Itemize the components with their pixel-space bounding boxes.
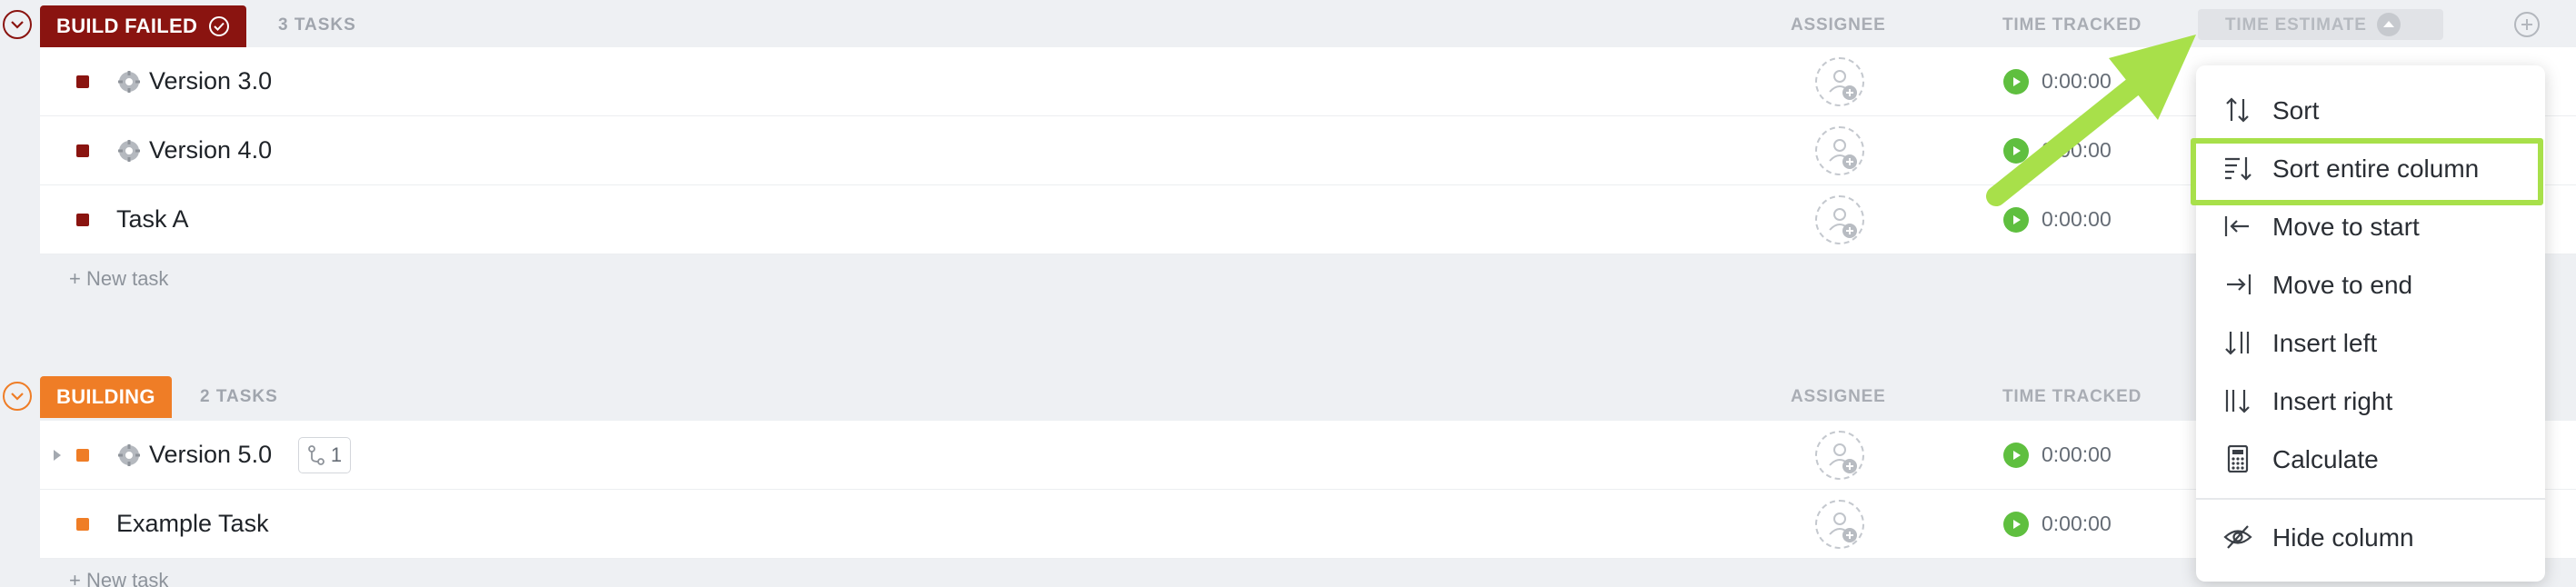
status-label: BUILDING bbox=[56, 385, 155, 408]
status-square bbox=[76, 449, 89, 462]
play-timer-button[interactable] bbox=[2003, 69, 2029, 95]
highlight-box bbox=[2191, 138, 2543, 205]
subtask-icon bbox=[307, 445, 324, 465]
time-tracked-value: 0:00:00 bbox=[2042, 443, 2112, 466]
menu-divider bbox=[2196, 498, 2545, 500]
play-icon bbox=[2013, 520, 2021, 529]
status-square bbox=[76, 518, 89, 531]
add-user-icon bbox=[1829, 512, 1857, 542]
play-timer-button[interactable] bbox=[2003, 512, 2029, 537]
play-icon bbox=[2013, 215, 2021, 224]
menu-item-label: Move to start bbox=[2272, 213, 2420, 241]
menu-item-insert-left[interactable]: Insert left bbox=[2196, 316, 2545, 369]
menu-item-move-to-start[interactable]: Move to start bbox=[2196, 200, 2545, 253]
menu-item-label: Hide column bbox=[2272, 523, 2414, 552]
task-name[interactable]: Example Task bbox=[116, 510, 269, 538]
add-user-icon bbox=[1829, 70, 1857, 100]
task-count: 2 TASKS bbox=[200, 387, 278, 406]
task-name[interactable]: Version 4.0 bbox=[149, 136, 272, 164]
add-user-icon bbox=[1829, 208, 1857, 238]
calculator-icon bbox=[2227, 445, 2249, 473]
gear-icon bbox=[118, 444, 140, 466]
sort-icon bbox=[2226, 97, 2249, 123]
play-timer-button[interactable] bbox=[2003, 443, 2029, 468]
status-square bbox=[76, 75, 89, 88]
add-column-button[interactable] bbox=[2514, 12, 2540, 37]
new-task-button[interactable]: + New task bbox=[69, 267, 168, 291]
menu-item-calculate[interactable]: Calculate bbox=[2196, 433, 2545, 485]
add-user-icon bbox=[1829, 443, 1857, 473]
new-task-button[interactable]: + New task bbox=[69, 569, 168, 587]
play-icon bbox=[2013, 77, 2021, 86]
assignee-avatar[interactable] bbox=[1815, 195, 1864, 244]
assignee-avatar[interactable] bbox=[1815, 126, 1864, 175]
play-icon bbox=[2013, 451, 2021, 460]
chevron-down-icon bbox=[11, 392, 24, 401]
subtask-count: 1 bbox=[330, 443, 343, 466]
collapse-group-button[interactable] bbox=[3, 10, 32, 39]
time-tracked-value: 0:00:00 bbox=[2042, 207, 2112, 231]
status-badge[interactable]: BUILD FAILED bbox=[40, 5, 247, 47]
menu-item-hide-column[interactable]: Hide column bbox=[2196, 511, 2545, 563]
status-label: BUILD FAILED bbox=[56, 15, 198, 37]
assignee-avatar[interactable] bbox=[1815, 431, 1864, 480]
time-tracked-value: 0:00:00 bbox=[2042, 512, 2112, 535]
column-header-assignee[interactable]: ASSIGNEE bbox=[1791, 15, 1886, 35]
menu-item-label: Sort bbox=[2272, 96, 2320, 124]
subtask-badge[interactable]: 1 bbox=[298, 437, 351, 473]
insert-left-icon bbox=[2225, 332, 2250, 355]
status-badge[interactable]: BUILDING bbox=[40, 376, 172, 418]
assignee-avatar[interactable] bbox=[1815, 57, 1864, 106]
play-timer-button[interactable] bbox=[2003, 207, 2029, 233]
time-tracked-value: 0:00:00 bbox=[2042, 69, 2112, 93]
check-circle-icon bbox=[209, 16, 230, 36]
play-timer-button[interactable] bbox=[2003, 138, 2029, 164]
sort-arrow-icon bbox=[2377, 13, 2401, 36]
move-start-icon bbox=[2224, 216, 2249, 236]
menu-item-sort[interactable]: Sort bbox=[2196, 84, 2545, 136]
column-header-assignee[interactable]: ASSIGNEE bbox=[1791, 387, 1886, 407]
time-tracked-value: 0:00:00 bbox=[2042, 138, 2112, 162]
move-end-icon bbox=[2227, 274, 2252, 294]
column-header-time-tracked[interactable]: TIME TRACKED bbox=[2002, 387, 2142, 407]
eye-off-icon bbox=[2223, 525, 2252, 549]
collapse-group-button[interactable] bbox=[3, 382, 32, 411]
gear-icon bbox=[118, 71, 140, 93]
task-name[interactable]: Task A bbox=[116, 205, 189, 234]
add-user-icon bbox=[1829, 139, 1857, 169]
column-header-time-estimate[interactable]: TIME ESTIMATE bbox=[2198, 9, 2443, 40]
column-header-time-tracked[interactable]: TIME TRACKED bbox=[2002, 15, 2142, 35]
menu-item-label: Move to end bbox=[2272, 271, 2413, 299]
task-name[interactable]: Version 3.0 bbox=[149, 67, 272, 95]
menu-item-label: Calculate bbox=[2272, 445, 2379, 473]
menu-item-move-to-end[interactable]: Move to end bbox=[2196, 258, 2545, 311]
gear-icon bbox=[118, 140, 140, 162]
plus-icon bbox=[2521, 19, 2532, 30]
menu-item-insert-right[interactable]: Insert right bbox=[2196, 374, 2545, 427]
insert-right-icon bbox=[2225, 390, 2250, 413]
status-square bbox=[76, 144, 89, 157]
task-count: 3 TASKS bbox=[278, 15, 356, 35]
assignee-avatar[interactable] bbox=[1815, 500, 1864, 549]
column-header-label: TIME ESTIMATE bbox=[2225, 15, 2367, 35]
menu-item-label: Insert left bbox=[2272, 329, 2378, 357]
play-icon bbox=[2013, 146, 2021, 155]
status-square bbox=[76, 214, 89, 226]
chevron-down-icon bbox=[11, 20, 24, 29]
menu-item-label: Insert right bbox=[2272, 387, 2393, 415]
expand-caret-icon[interactable] bbox=[53, 449, 62, 462]
task-name[interactable]: Version 5.0 bbox=[149, 441, 272, 469]
